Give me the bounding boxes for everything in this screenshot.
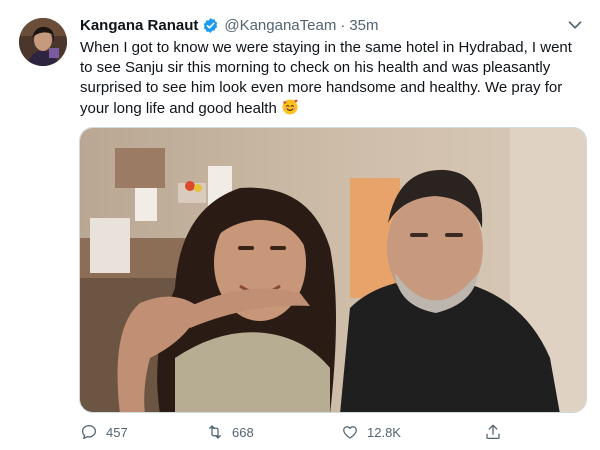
tweet-actions: 457 668 12.8K xyxy=(80,420,510,444)
reply-button[interactable]: 457 xyxy=(80,420,128,444)
retweet-count: 668 xyxy=(232,424,254,440)
like-count: 12.8K xyxy=(367,424,401,440)
separator-dot: · xyxy=(340,16,346,34)
reply-icon xyxy=(81,424,97,440)
reply-count: 457 xyxy=(106,424,128,440)
smiling-face-with-hearts-icon xyxy=(281,98,299,116)
photo-image xyxy=(80,128,586,412)
author-name[interactable]: Kangana Ranaut xyxy=(80,17,198,34)
share-icon xyxy=(486,424,500,440)
heart-icon xyxy=(343,426,357,439)
verified-badge-icon xyxy=(202,17,219,34)
tweet-photo[interactable] xyxy=(79,127,587,413)
retweet-icon xyxy=(209,425,221,439)
tweet-text: When I got to know we were staying in th… xyxy=(80,38,588,119)
share-button[interactable] xyxy=(484,420,510,444)
tweet-header: Kangana Ranaut @KanganaTeam · 35m xyxy=(80,14,590,36)
like-button[interactable]: 12.8K xyxy=(341,420,401,444)
tweet-card[interactable]: Kangana Ranaut @KanganaTeam · 35m When I… xyxy=(0,0,600,450)
avatar[interactable] xyxy=(19,18,67,66)
retweet-button[interactable]: 668 xyxy=(206,420,254,444)
chevron-down-icon[interactable] xyxy=(564,14,586,36)
tweet-timestamp[interactable]: 35m xyxy=(349,17,378,34)
author-handle[interactable]: @KanganaTeam xyxy=(224,17,336,34)
tweet-body: When I got to know we were staying in th… xyxy=(80,39,572,117)
